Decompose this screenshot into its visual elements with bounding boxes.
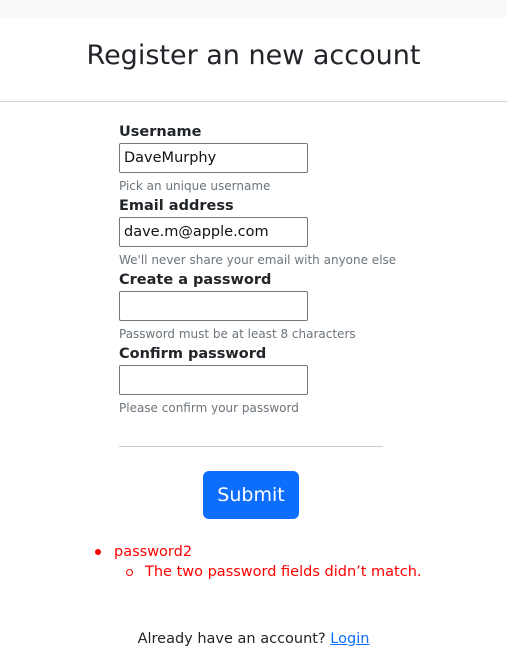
top-bar (0, 0, 507, 18)
error-list: password2 The two password fields didn’t… (94, 542, 494, 582)
email-label: Email address (119, 198, 234, 214)
password-help: Password must be at least 8 characters (119, 327, 356, 341)
hollow-bullet-icon (126, 569, 133, 576)
form-divider (119, 446, 383, 447)
registration-form: Username Pick an unique username Email a… (119, 120, 397, 416)
password-label: Create a password (119, 272, 272, 288)
bullet-icon (95, 549, 101, 555)
email-input[interactable] (119, 217, 308, 247)
error-field-item: password2 (94, 542, 494, 562)
confirm-password-label: Confirm password (119, 346, 267, 362)
username-help: Pick an unique username (119, 179, 271, 193)
login-link[interactable]: Login (330, 631, 369, 647)
confirm-password-input[interactable] (119, 365, 308, 395)
login-prompt-text: Already have an account? (137, 631, 331, 647)
error-message-item: The two password fields didn’t match. (125, 562, 494, 582)
username-input[interactable] (119, 143, 308, 173)
confirm-password-group: Confirm password Please confirm your pas… (119, 344, 384, 416)
error-field-name: password2 (114, 544, 193, 560)
username-label: Username (119, 124, 202, 140)
error-message: The two password fields didn’t match. (145, 564, 422, 580)
login-prompt: Already have an account? Login (0, 629, 507, 649)
submit-button[interactable]: Submit (203, 471, 299, 519)
title-divider (0, 101, 507, 102)
confirm-password-help: Please confirm your password (119, 401, 299, 415)
password-group: Create a password Password must be at le… (119, 270, 384, 342)
email-help: We'll never share your email with anyone… (119, 253, 397, 267)
password-input[interactable] (119, 291, 308, 321)
email-group: Email address We'll never share your ema… (119, 196, 397, 268)
username-group: Username Pick an unique username (119, 122, 384, 194)
page-title: Register an new account (86, 40, 421, 71)
